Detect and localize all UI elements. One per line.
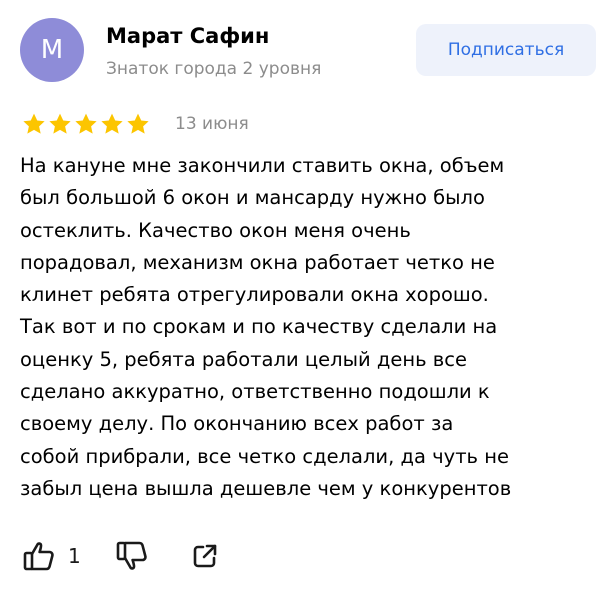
author-level: Знаток города 2 уровня — [106, 59, 322, 79]
review-actions: 1 — [22, 538, 219, 574]
review-text: На кануне мне закончили ставить окна, об… — [20, 154, 512, 500]
like-count: 1 — [68, 544, 81, 568]
star-icon — [23, 113, 45, 134]
review-date: 13 июня — [175, 114, 249, 134]
author-name[interactable]: Марат Сафин — [106, 22, 269, 50]
thumbs-up-icon — [22, 539, 56, 573]
star-icon — [127, 113, 149, 134]
avatar[interactable]: М — [20, 18, 84, 82]
rating-row: 13 июня — [21, 111, 249, 137]
avatar-initial: М — [40, 35, 64, 65]
like-button[interactable]: 1 — [22, 539, 81, 573]
star-icon — [49, 113, 71, 134]
thumbs-down-icon — [115, 539, 149, 573]
dislike-button[interactable] — [115, 539, 149, 573]
subscribe-button[interactable]: Подписаться — [416, 24, 596, 76]
star-rating — [21, 112, 151, 137]
star-icon — [75, 113, 97, 134]
star-icon — [101, 113, 123, 134]
review-card: М Марат Сафин Знаток города 2 уровня Под… — [0, 0, 610, 590]
share-button[interactable] — [191, 542, 219, 570]
share-icon — [191, 542, 219, 570]
